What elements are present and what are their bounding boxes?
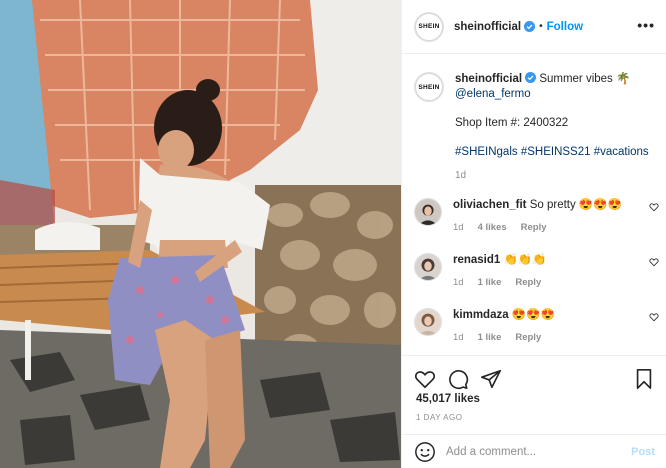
commenter-avatar[interactable] <box>414 198 442 226</box>
comment-item: oliviachen_fit So pretty 😍😍😍 1d 4 likes Re… <box>414 198 659 235</box>
comment-like-heart-icon[interactable] <box>649 202 659 212</box>
emoji-icon[interactable] <box>414 441 436 463</box>
comment-like-heart-icon[interactable] <box>649 257 659 267</box>
comment-time[interactable]: 1d <box>453 222 464 233</box>
caption-avatar[interactable]: SHEIN <box>414 72 444 102</box>
post-side-panel: SHEIN sheinofficial • Follow ••• SHEIN s… <box>401 0 666 468</box>
comment-like-heart-icon[interactable] <box>649 312 659 322</box>
comment-username[interactable]: kimmdaza <box>453 309 509 321</box>
post-date[interactable]: 1 DAY AGO <box>416 413 462 422</box>
like-count[interactable]: 45,017 likes <box>416 393 480 405</box>
more-options-icon[interactable]: ••• <box>637 18 655 32</box>
comment-item: kimmdaza 😍😍😍 1d 1 like Reply <box>414 308 659 345</box>
caption-username[interactable]: sheinofficial <box>455 73 522 85</box>
separator-dot: • <box>539 21 543 32</box>
share-icon[interactable] <box>480 368 502 390</box>
add-comment-input[interactable]: Add a comment... <box>446 446 631 458</box>
reply-button[interactable]: Reply <box>515 277 541 288</box>
brand-logo-text: SHEIN <box>418 83 440 91</box>
caption-mention-link[interactable]: @elena_fermo <box>455 88 531 100</box>
heart-icon[interactable] <box>414 368 436 390</box>
comment-username[interactable]: oliviachen_fit <box>453 199 527 211</box>
commenter-avatar[interactable] <box>414 253 442 281</box>
comment-icon[interactable] <box>447 368 469 390</box>
add-comment-bar: Add a comment... Post <box>402 434 666 468</box>
comment-text: So pretty 😍😍😍 <box>529 199 622 211</box>
post-photo[interactable] <box>0 0 401 468</box>
brand-logo-text: SHEIN <box>418 23 440 30</box>
comment-likes[interactable]: 4 likes <box>478 222 507 233</box>
caption-shop-item: Shop Item #: 2400322 <box>455 117 569 129</box>
post-header: SHEIN sheinofficial • Follow ••• <box>402 0 666 54</box>
reply-button[interactable]: Reply <box>515 332 541 343</box>
commenter-avatar[interactable] <box>414 308 442 336</box>
follow-button[interactable]: Follow <box>547 21 583 33</box>
comment-text: 😍😍😍 <box>511 309 555 321</box>
post-comment-button[interactable]: Post <box>631 446 655 458</box>
brand-avatar[interactable]: SHEIN <box>414 11 444 42</box>
comment-likes[interactable]: 1 like <box>478 277 502 288</box>
caption-hashtags[interactable]: #SHEINgals #SHEINSS21 #vacations <box>455 146 649 158</box>
comment-time[interactable]: 1d <box>453 332 464 343</box>
post-author-username[interactable]: sheinofficial <box>454 21 521 33</box>
bookmark-icon[interactable] <box>633 368 655 390</box>
caption-text: Summer vibes 🌴 <box>539 73 631 85</box>
post-photo-image <box>0 0 401 468</box>
comment-time[interactable]: 1d <box>453 277 464 288</box>
caption-timestamp[interactable]: 1d <box>455 168 649 183</box>
comment-text: 👏👏👏 <box>503 254 547 266</box>
verified-badge-icon <box>525 72 537 83</box>
comment-likes[interactable]: 1 like <box>478 332 502 343</box>
reply-button[interactable]: Reply <box>521 222 547 233</box>
comment-item: renasid1 👏👏👏 1d 1 like Reply <box>414 253 659 290</box>
post-caption: SHEIN sheinofficial Summer vibes 🌴 @elen… <box>414 72 659 183</box>
comment-username[interactable]: renasid1 <box>453 254 500 266</box>
verified-badge-icon <box>524 21 536 32</box>
